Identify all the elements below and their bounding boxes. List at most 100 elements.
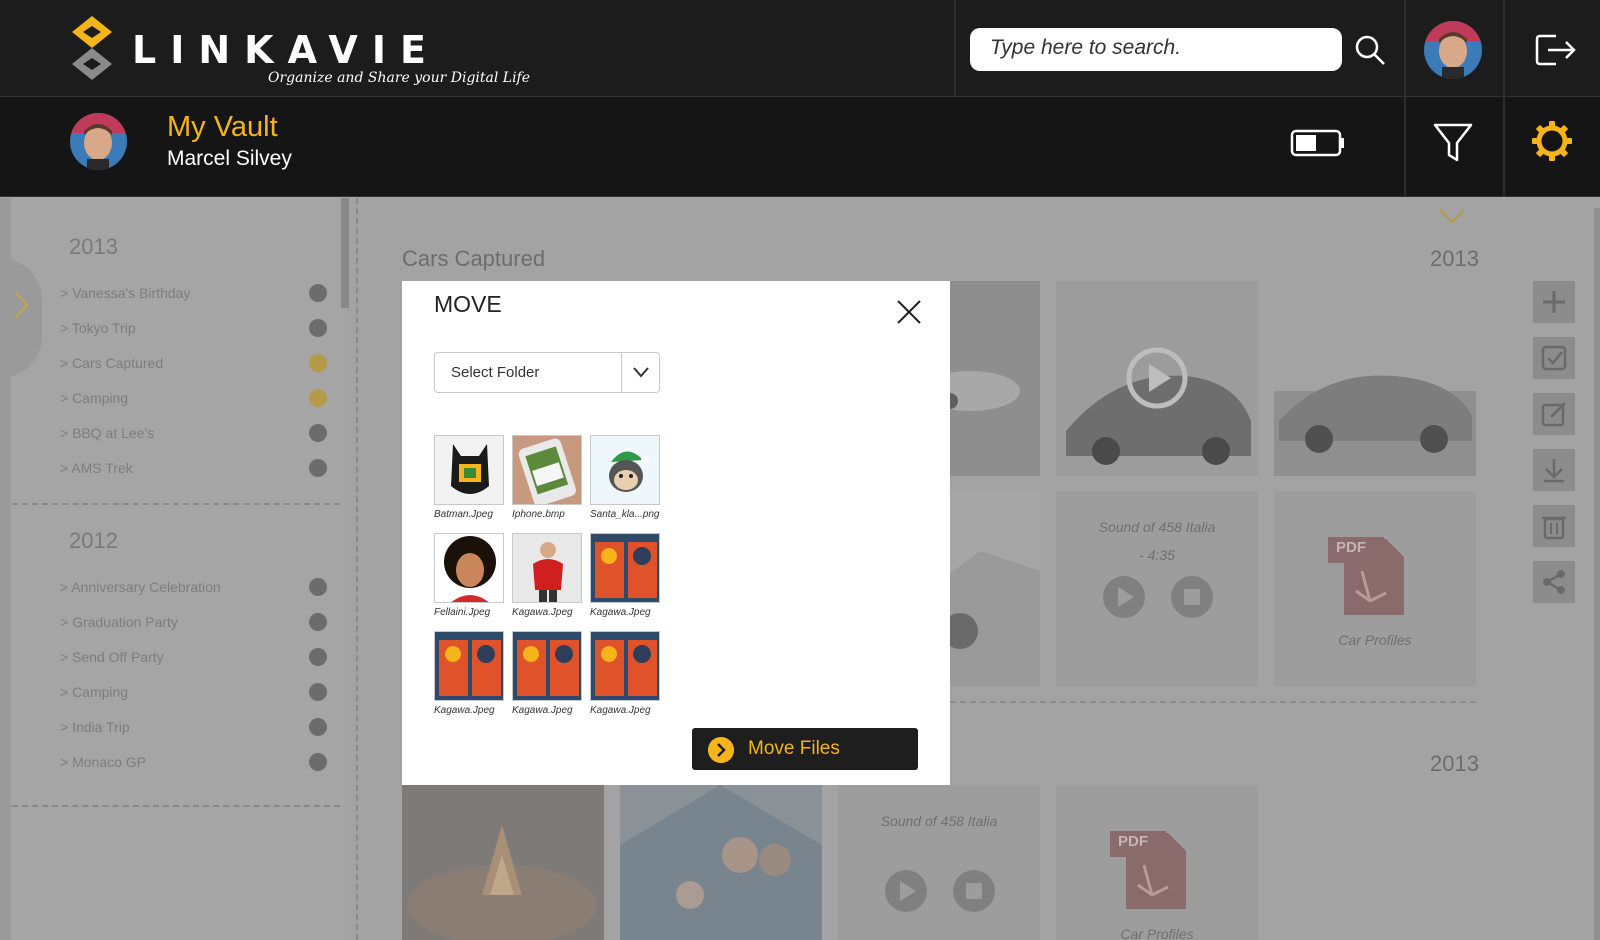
file-thumb[interactable] [590, 533, 660, 603]
media-tile[interactable] [940, 491, 1040, 686]
add-button[interactable] [1533, 281, 1575, 323]
iphone-image [513, 436, 581, 504]
avatar[interactable] [1424, 21, 1482, 79]
app-screens-image [513, 632, 581, 700]
close-icon[interactable] [896, 299, 922, 325]
pdf-tile[interactable]: PDF Car Profiles [1056, 785, 1258, 940]
battery-icon [1290, 129, 1344, 157]
content-scrollbar[interactable] [1594, 208, 1600, 940]
file-thumb[interactable] [512, 435, 582, 505]
sidebar-item-label: > Anniversary Celebration [60, 579, 221, 595]
pdf-tile[interactable]: PDF Car Profiles [1274, 491, 1476, 686]
sidebar-item[interactable]: > Monaco GP [60, 750, 330, 774]
media-tile[interactable] [1274, 281, 1476, 476]
divider [12, 805, 340, 807]
sidebar [0, 198, 344, 940]
status-dot [309, 648, 327, 666]
brand-name: LINKAVIE [132, 28, 440, 72]
sidebar-item[interactable]: > BBQ at Lee's [60, 421, 330, 445]
avatar[interactable] [70, 113, 127, 170]
play-icon[interactable] [884, 869, 928, 913]
edit-button[interactable] [1533, 393, 1575, 435]
file-name: Kagawa.Jpeg [590, 607, 651, 618]
search-input[interactable]: Type here to search. [970, 28, 1342, 71]
pdf-caption: Car Profiles [1338, 632, 1412, 648]
top-bar: LINKAVIE Organize and Share your Digital… [0, 0, 1600, 97]
fellaini-image [435, 534, 503, 602]
gear-icon[interactable] [1531, 120, 1573, 162]
audio-tile[interactable]: Sound of 458 Italia [838, 785, 1040, 940]
move-dialog: MOVE Select Folder Batman.Jpeg Iphone.bm… [402, 281, 950, 785]
file-name: Kagawa.Jpeg [512, 607, 573, 618]
share-button[interactable] [1533, 561, 1575, 603]
car-photo [940, 281, 1040, 476]
status-dot [309, 718, 327, 736]
sidebar-item[interactable]: > Camping [60, 680, 330, 704]
sidebar-item[interactable]: > Anniversary Celebration [60, 575, 330, 599]
dialog-title: MOVE [434, 291, 502, 317]
sidebar-item[interactable]: > Camping [60, 386, 330, 410]
sidebar-item[interactable]: > AMS Trek [60, 456, 330, 480]
sidebar-item-label: > Send Off Party [60, 649, 164, 665]
campfire-photo [402, 785, 604, 940]
sidebar-item-label: > AMS Trek [60, 460, 133, 476]
media-tile[interactable] [402, 785, 604, 940]
chevron-down-icon[interactable] [632, 365, 650, 379]
file-thumb[interactable] [434, 533, 504, 603]
sidebar-item-label: > Vanessa's Birthday [60, 285, 191, 301]
sidebar-item[interactable]: > Vanessa's Birthday [60, 281, 330, 305]
sidebar-scrollbar[interactable] [341, 198, 349, 308]
sidebar-item[interactable]: > Tokyo Trip [60, 316, 330, 340]
file-thumb[interactable] [512, 631, 582, 701]
sidebar-item[interactable]: > Cars Captured [60, 351, 330, 375]
divider [1404, 0, 1406, 97]
divider [1503, 0, 1505, 97]
pdf-caption: Car Profiles [1120, 926, 1194, 940]
media-tile[interactable] [1056, 281, 1258, 476]
logout-icon[interactable] [1534, 32, 1578, 68]
download-button[interactable] [1533, 449, 1575, 491]
divider [1404, 97, 1406, 197]
stop-icon[interactable] [952, 869, 996, 913]
batman-image [435, 436, 503, 504]
file-thumb[interactable] [434, 435, 504, 505]
move-files-button[interactable]: Move Files [692, 728, 918, 770]
file-name: Santa_kla...png [590, 509, 660, 520]
edit-icon [1541, 401, 1567, 427]
search-icon[interactable] [1354, 34, 1386, 66]
divider [621, 353, 622, 392]
chevron-right-icon[interactable] [13, 290, 29, 320]
status-dot [309, 389, 327, 407]
status-dot [309, 284, 327, 302]
kagawa-image [513, 534, 581, 602]
camping-photo [620, 785, 822, 940]
audio-tile[interactable]: Sound of 458 Italia - 4:35 [1056, 491, 1258, 686]
file-thumb[interactable] [512, 533, 582, 603]
section-year: 2013 [1430, 751, 1479, 776]
file-thumb[interactable] [590, 435, 660, 505]
file-name: Kagawa.Jpeg [434, 705, 495, 716]
file-thumb[interactable] [434, 631, 504, 701]
select-button[interactable] [1533, 337, 1575, 379]
sidebar-item-label: > Tokyo Trip [60, 320, 136, 336]
logo-mark-icon [72, 16, 112, 80]
file-thumb[interactable] [590, 631, 660, 701]
file-name: Kagawa.Jpeg [512, 705, 573, 716]
delete-button[interactable] [1533, 505, 1575, 547]
sidebar-item[interactable]: > India Trip [60, 715, 330, 739]
filter-icon[interactable] [1433, 122, 1473, 164]
file-name: Fellaini.Jpeg [434, 607, 491, 618]
brand-logo[interactable]: LINKAVIE Organize and Share your Digital… [68, 14, 530, 94]
sidebar-year: 2012 [69, 528, 118, 553]
media-tile[interactable] [940, 281, 1040, 476]
chevron-down-icon[interactable] [1438, 208, 1466, 224]
stop-icon[interactable] [1170, 575, 1214, 619]
sidebar-item[interactable]: > Graduation Party [60, 610, 330, 634]
media-tile[interactable] [620, 785, 822, 940]
sidebar-item[interactable]: > Send Off Party [60, 645, 330, 669]
play-icon[interactable] [1102, 575, 1146, 619]
pdf-badge: PDF [1336, 539, 1366, 556]
checkbox-icon [1541, 345, 1567, 371]
divider [12, 503, 340, 505]
folder-select[interactable]: Select Folder [434, 352, 660, 393]
